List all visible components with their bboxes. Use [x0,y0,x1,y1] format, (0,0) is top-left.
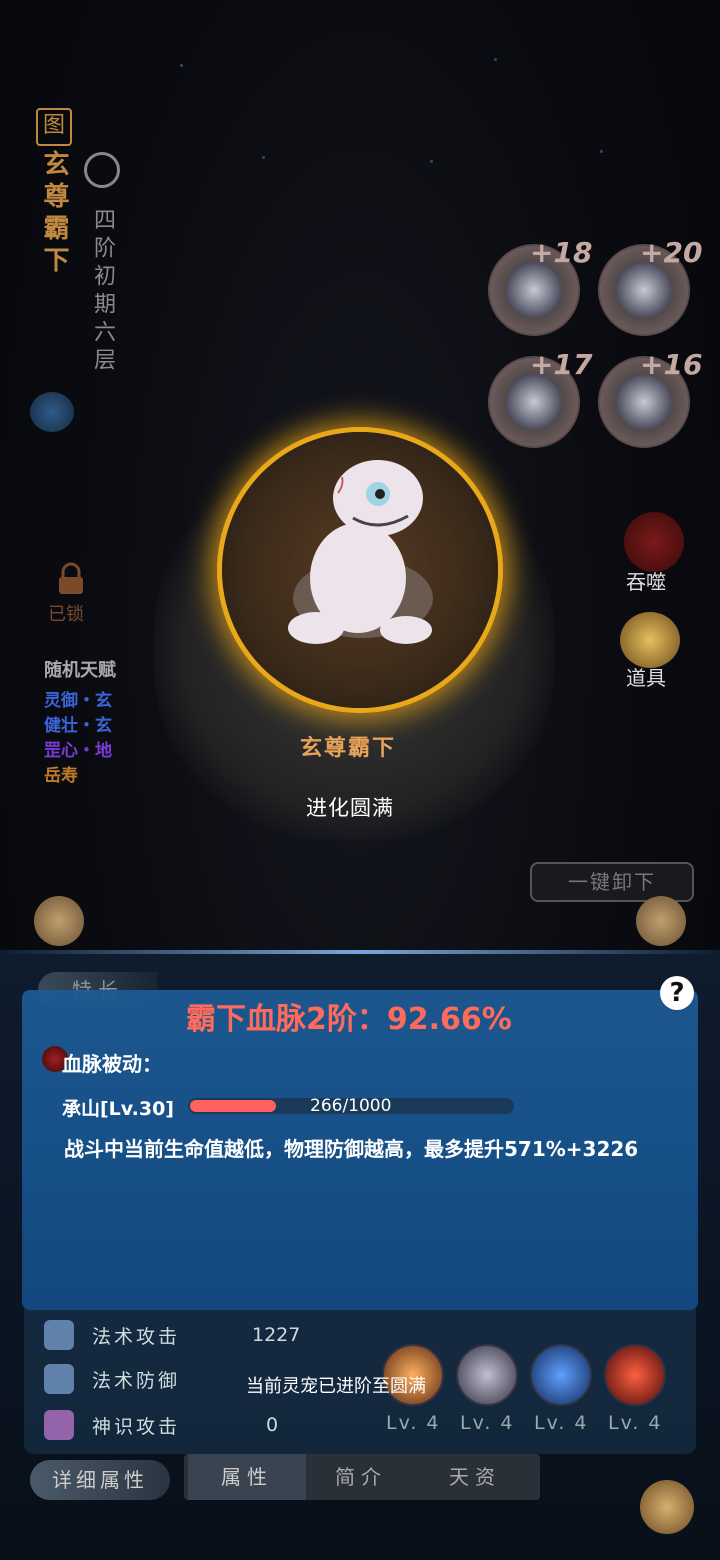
skill-level: Lv. 4 [386,1412,441,1434]
skill-level: Lv. 4 [534,1412,589,1434]
progress-fill [190,1100,276,1112]
pet-stage-vertical: 四阶初期六层 [90,208,115,376]
equip-plus: +18 [530,236,593,269]
spell-attack-icon [44,1320,74,1350]
pet-name-vertical: 玄尊霸下 [39,150,69,278]
bracer-icon [506,374,562,430]
next-pet-arrow-icon[interactable] [636,896,686,946]
skill-level: Lv. 4 [608,1412,663,1434]
star [262,156,265,159]
star [430,160,433,163]
tab-attributes[interactable]: 属性 [188,1454,306,1500]
talent-item: 灵御・玄 [44,691,112,711]
pet-status: 进化圆满 [306,796,394,820]
mind-attack-icon [44,1410,74,1440]
unequip-all-button[interactable]: 一键卸下 [530,862,694,902]
star [180,64,183,67]
stat-label: 法术攻击 [92,1326,181,1348]
talent-item: 健壮・玄 [44,716,112,736]
stage-icon [84,152,120,188]
talent-item: 岳寿 [44,766,78,786]
prev-pet-arrow-icon[interactable] [34,896,84,946]
skill-icon[interactable] [530,1344,592,1406]
pet-image[interactable] [268,448,448,658]
panel-divider [0,950,720,954]
stat-value: 0 [266,1414,279,1436]
items-icon[interactable] [620,612,680,668]
bloodline-title: 霸下血脉2阶：92.66% [186,1002,512,1037]
star [494,58,497,61]
shoulder-armor-icon [506,262,562,318]
random-talent-title: 随机天赋 [44,660,116,681]
skill-level: Lv. 4 [460,1412,515,1434]
back-icon[interactable] [640,1480,694,1534]
lock-icon[interactable] [56,562,86,596]
devour-label[interactable]: 吞噬 [626,566,666,595]
tab-aptitude[interactable]: 天资 [416,1454,534,1500]
stat-label: 法术防御 [92,1370,181,1392]
pet-name: 玄尊霸下 [300,736,397,761]
stat-label: 神识攻击 [92,1416,181,1438]
lock-label: 已锁 [48,604,84,625]
devour-icon[interactable] [624,512,684,572]
equip-plus: +17 [530,348,593,381]
advance-note: 当前灵宠已进阶至圆满 [246,1376,426,1397]
name-seal-icon: 图 [36,108,72,146]
skill-icon[interactable] [604,1344,666,1406]
spell-defense-icon [44,1364,74,1394]
talent-item: 罡心・地 [44,741,112,761]
passive-description: 战斗中当前生命值越低，物理防御越高，最多提升571%+3226 [64,1137,639,1161]
belt-icon [616,374,672,430]
wave-icon[interactable] [30,392,74,432]
detail-attributes-button[interactable]: 详细属性 [30,1460,170,1500]
tab-intro[interactable]: 简介 [302,1454,420,1500]
helmet-icon [616,262,672,318]
equip-plus: +20 [640,236,703,269]
help-icon[interactable]: ? [660,976,694,1010]
skill-icon[interactable] [456,1344,518,1406]
star [600,150,603,153]
stat-value: 1227 [252,1324,301,1346]
passive-label: 血脉被动： [62,1052,162,1076]
equip-plus: +16 [640,348,703,381]
items-label[interactable]: 道具 [626,662,666,691]
passive-skill-name: 承山[Lv.30] [62,1098,174,1120]
progress-text: 266/1000 [310,1096,392,1116]
